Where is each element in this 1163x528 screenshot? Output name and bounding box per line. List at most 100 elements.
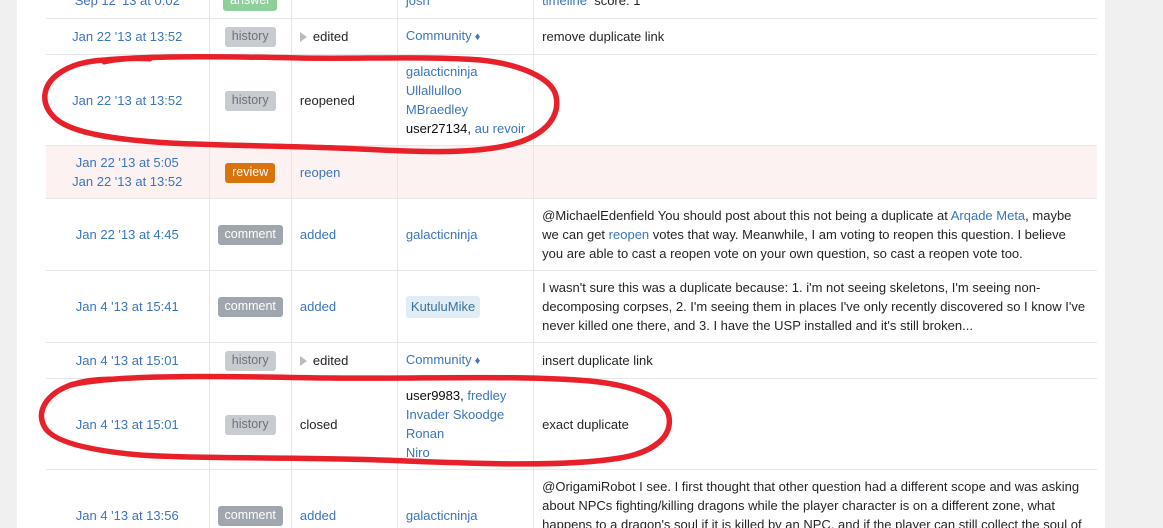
action-label[interactable]: added	[300, 508, 336, 523]
timeline-when-cell: Sep 12 '13 at 0:02	[46, 0, 209, 19]
user-link: user27134	[405, 121, 468, 136]
user-list-item: Invader Skoodge	[406, 405, 525, 424]
detail-text: @OrigamiRobot I see. I first thought tha…	[542, 479, 1082, 528]
timestamp[interactable]: Sep 12 '13 at 0:02	[54, 0, 201, 10]
timestamp[interactable]: Jan 4 '13 at 15:41	[54, 297, 201, 316]
user-link[interactable]: au revoir	[475, 121, 526, 136]
timeline-user-cell: Community ♦	[396, 18, 534, 55]
timeline-action-cell: added	[290, 198, 398, 271]
page-content-area: Sep 12 '13 at 0:02 answer josh timeline sco…	[17, 0, 1105, 528]
user-link[interactable]: galacticninja	[406, 508, 478, 523]
action-label[interactable]: added	[300, 299, 336, 314]
user-link[interactable]: Ullallulloo	[406, 83, 462, 98]
user-link[interactable]: Ronan	[406, 426, 444, 441]
timeline-user-cell: josh	[396, 0, 534, 19]
user-link[interactable]: josh	[406, 0, 430, 8]
user-list: user9983, fredley Invader Skoodge Ronan Nir…	[406, 386, 525, 462]
post-timeline-body: Sep 12 '13 at 0:02 answer josh timeline sco…	[46, 0, 1097, 528]
user-link[interactable]: Invader Skoodge	[406, 407, 504, 422]
timeline-action-cell	[290, 0, 398, 19]
user-link[interactable]: galacticninja	[406, 227, 478, 242]
action-label[interactable]: reopen	[300, 165, 340, 180]
timeline-detail-cell: timeline score: 1	[533, 0, 1097, 19]
timeline-user-cell: galacticninja	[396, 198, 534, 271]
user-link[interactable]: galacticninja	[406, 64, 478, 79]
detail-inline-link[interactable]: Arqade Meta	[951, 208, 1025, 223]
user-list-item: MBraedley	[406, 100, 525, 119]
timeline-type-cell: history	[208, 378, 292, 470]
user-link[interactable]: Community	[406, 352, 472, 367]
user-list-item: Niro	[406, 443, 525, 462]
timestamp-list: Jan 4 '13 at 13:56	[54, 506, 201, 525]
timestamp[interactable]: Jan 22 '13 at 4:45	[54, 225, 201, 244]
action-label[interactable]: added	[300, 227, 336, 242]
timeline-action-cell: edited	[290, 342, 398, 379]
expand-triangle-icon[interactable]	[299, 31, 307, 42]
detail-text: remove duplicate link	[542, 29, 665, 44]
timeline-when-cell: Jan 22 '13 at 13:52	[46, 18, 209, 55]
action-label: edited	[312, 353, 349, 368]
timeline-user-cell: galacticninja Ullallulloo MBraedley user271…	[396, 54, 534, 146]
timestamp[interactable]: Jan 4 '13 at 15:01	[54, 415, 201, 434]
timeline-user-cell: galacticninja	[396, 469, 534, 528]
timeline-action-cell: closed	[290, 378, 398, 470]
user-list-item: galacticninja	[406, 225, 525, 244]
timeline-user-cell: user9983, fredley Invader Skoodge Ronan Nir…	[396, 378, 534, 470]
timeline-type-cell: history	[208, 342, 292, 379]
expand-triangle-icon[interactable]	[299, 355, 307, 366]
badge-comment[interactable]: comment	[217, 297, 283, 317]
badge-history[interactable]: history	[224, 27, 276, 47]
badge-review[interactable]: review	[225, 162, 276, 183]
user-list-item: galacticninja	[406, 62, 525, 81]
post-timeline-table: Sep 12 '13 at 0:02 answer josh timeline sco…	[46, 0, 1097, 528]
timestamp[interactable]: Jan 22 '13 at 13:52	[54, 91, 201, 110]
timestamp-list: Jan 4 '13 at 15:41	[54, 297, 201, 316]
timeline-action-cell: reopen	[290, 145, 398, 199]
timeline-type-cell: history	[208, 54, 292, 146]
user-link[interactable]: Niro	[406, 445, 430, 460]
page-right-gutter	[1105, 0, 1163, 528]
table-row: Jan 22 '13 at 4:45 comment added galacticni…	[46, 198, 1097, 271]
timestamp[interactable]: Jan 22 '13 at 13:52	[54, 172, 201, 191]
user-list: Community ♦	[406, 350, 525, 371]
badge-history[interactable]: history	[224, 414, 276, 435]
badge-history[interactable]: history	[224, 351, 276, 371]
user-list-item: Community ♦	[406, 350, 525, 371]
user-link[interactable]: Community	[406, 28, 472, 43]
user-link[interactable]: fredley	[467, 388, 506, 403]
table-row: Jan 22 '13 at 13:52 history edited Communit…	[46, 18, 1097, 55]
table-row: Jan 22 '13 at 13:52 history reopened galact…	[46, 54, 1097, 146]
user-list: Community ♦	[406, 26, 525, 47]
timeline-detail-cell: insert duplicate link	[533, 342, 1097, 379]
timeline-detail-cell	[533, 54, 1097, 146]
timeline-action-cell: reopened	[290, 54, 398, 146]
user-list-item: Community ♦	[406, 26, 525, 47]
detail-text: I wasn't sure this was a duplicate becau…	[542, 280, 1086, 333]
timestamp[interactable]: Jan 4 '13 at 15:01	[54, 351, 201, 370]
timeline-action-cell: edited	[290, 18, 398, 55]
detail-link[interactable]: timeline	[542, 0, 587, 8]
timeline-when-cell: Jan 4 '13 at 15:01	[46, 342, 209, 379]
timeline-when-cell: Jan 4 '13 at 13:56	[46, 469, 209, 528]
user-link[interactable]: KutuluMike	[405, 295, 481, 318]
action-label: edited	[312, 29, 349, 44]
detail-inline-link[interactable]: reopen	[609, 227, 649, 242]
timeline-detail-cell: remove duplicate link	[533, 18, 1097, 55]
timestamp-list: Jan 4 '13 at 15:01	[54, 415, 201, 434]
timestamp[interactable]: Jan 4 '13 at 13:56	[54, 506, 201, 525]
timeline-action-cell: added	[290, 469, 398, 528]
timeline-type-cell: history	[208, 18, 292, 55]
badge-comment[interactable]: comment	[217, 505, 283, 526]
badge-history[interactable]: history	[224, 90, 276, 111]
timeline-action-cell: added	[290, 270, 398, 343]
badge-answer[interactable]: answer	[223, 0, 278, 11]
timestamp[interactable]: Jan 22 '13 at 5:05	[54, 153, 201, 172]
user-list-item: Ronan	[406, 424, 525, 443]
user-list: galacticninja	[406, 506, 525, 525]
timeline-type-cell: answer	[208, 0, 292, 19]
badge-comment[interactable]: comment	[217, 225, 283, 245]
timeline-type-cell: comment	[208, 198, 292, 271]
user-link[interactable]: MBraedley	[406, 102, 468, 117]
user-list: galacticninja	[406, 225, 525, 244]
timestamp[interactable]: Jan 22 '13 at 13:52	[54, 27, 201, 46]
